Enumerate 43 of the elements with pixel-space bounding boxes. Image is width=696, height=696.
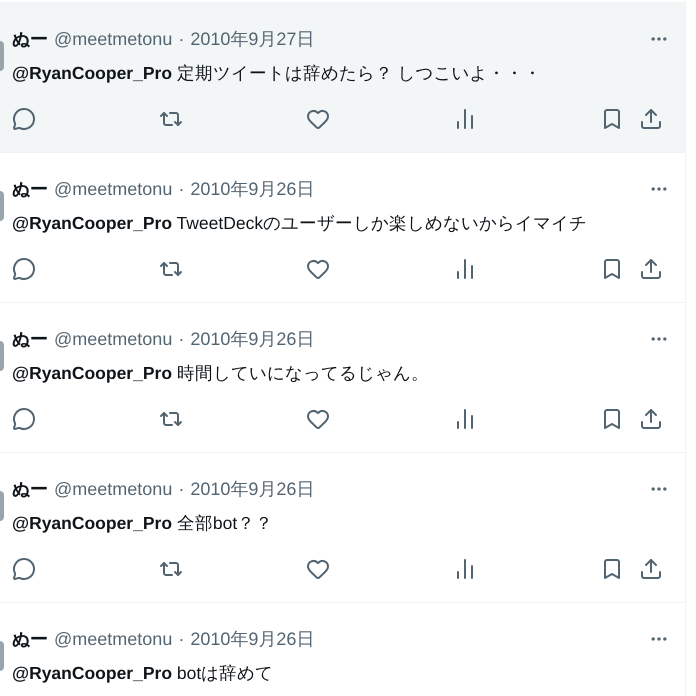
separator: · [178,628,184,651]
like-icon[interactable] [306,557,330,581]
tweet-date[interactable]: 2010年9月26日 [190,625,314,653]
display-name[interactable]: ぬー [12,325,48,353]
like-icon[interactable] [306,107,330,131]
reply-icon[interactable] [12,257,36,281]
display-name[interactable]: ぬー [12,625,48,653]
tweet-date[interactable]: 2010年9月26日 [190,475,314,503]
user-handle[interactable]: @meetmetonu [54,625,172,653]
like-icon[interactable] [306,407,330,431]
reply-icon[interactable] [12,407,36,431]
share-icon[interactable] [639,257,663,281]
user-handle[interactable]: @meetmetonu [54,475,172,503]
tweet-text: @RyanCooper_Pro 定期ツイートは辞めたら？ しつこいよ・・・ [12,62,543,85]
separator: · [178,28,184,51]
tweet-text: @RyanCooper_Pro 全部bot？？ [12,512,274,535]
like-icon[interactable] [306,257,330,281]
display-name[interactable]: ぬー [12,475,48,503]
user-handle[interactable]: @meetmetonu [54,325,172,353]
tweet-date[interactable]: 2010年9月26日 [190,175,314,203]
share-icon[interactable] [639,407,663,431]
avatar [0,491,4,521]
avatar [0,41,4,71]
display-name[interactable]: ぬー [12,175,48,203]
tweet-text: @RyanCooper_Pro TweetDeckのユーザーしか楽しめないからイマイチ [12,212,588,235]
tweet-card[interactable]: ぬー @meetmetonu · 2010年9月27日 @RyanCooper_Pro 定期ツイートは辞めたら？ しつこいよ・・・ [0,2,685,152]
avatar [0,191,4,221]
separator: · [178,328,184,351]
share-icon[interactable] [639,557,663,581]
separator: · [178,478,184,501]
tweet-date[interactable]: 2010年9月27日 [190,25,314,53]
reply-icon[interactable] [12,557,36,581]
tweet-date[interactable]: 2010年9月26日 [190,325,314,353]
separator: · [178,178,184,201]
reply-icon[interactable] [12,107,36,131]
tweet-text: @RyanCooper_Pro 時間していになってるじゃん。 [12,362,430,385]
tweet-text: @RyanCooper_Pro botは辞めて [12,662,274,685]
display-name[interactable]: ぬー [12,25,48,53]
user-handle[interactable]: @meetmetonu [54,25,172,53]
share-icon[interactable] [639,107,663,131]
avatar [0,341,4,371]
avatar [0,641,4,671]
user-handle[interactable]: @meetmetonu [54,175,172,203]
